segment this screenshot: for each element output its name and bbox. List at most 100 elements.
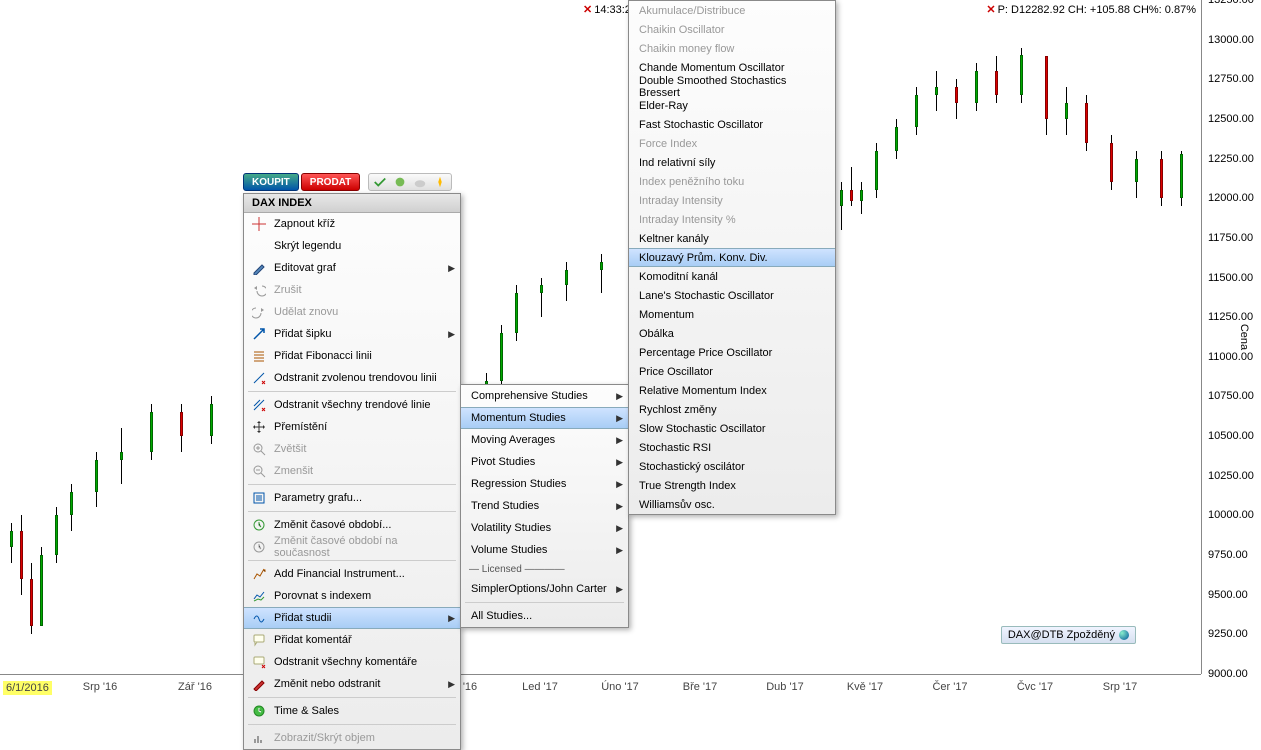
menu-item-label: Editovat graf: [274, 262, 336, 274]
menu-item-label: Přidat komentář: [274, 634, 352, 646]
tool-icon-2[interactable]: [393, 175, 407, 189]
study-item-fast-stochastic-oscillator[interactable]: Fast Stochastic Oscillator: [629, 115, 835, 134]
study-item-index-pen-n-ho-toku: Index peněžního toku: [629, 172, 835, 191]
candle: [895, 119, 898, 159]
y-tick-label: 9000.00: [1208, 668, 1248, 680]
y-tick-label: 12500.00: [1208, 113, 1254, 125]
study-item-ind-relativn-s-ly[interactable]: Ind relativní síly: [629, 153, 835, 172]
study-item-komoditn-kan-l[interactable]: Komoditní kanál: [629, 267, 835, 286]
menu-item-label: Momentum Studies: [471, 412, 566, 424]
menu-item-label: Keltner kanály: [639, 233, 709, 245]
menu-item-odstranit-zvolenou-trendovou-l[interactable]: Odstranit zvolenou trendovou linii: [244, 367, 460, 389]
menu-item-label: True Strength Index: [639, 480, 736, 492]
menu-item-label: Time & Sales: [274, 705, 339, 717]
tool-icon-4[interactable]: [433, 175, 447, 189]
study-item-relative-momentum-index[interactable]: Relative Momentum Index: [629, 381, 835, 400]
study-item-percentage-price-oscillator[interactable]: Percentage Price Oscillator: [629, 343, 835, 362]
menu-item-time-sales[interactable]: Time & Sales: [244, 700, 460, 722]
menu-item-label: Index peněžního toku: [639, 176, 744, 188]
candle: [20, 515, 23, 594]
candle: [975, 63, 978, 111]
trend-del-icon: [250, 370, 268, 386]
menu-item-label: Změnit časové období na současnost: [274, 535, 442, 559]
menu-item-zobrazit-skr-t-objem: Zobrazit/Skrýt objem: [244, 727, 460, 749]
study-item-klouzav-pr-m-konv-div-[interactable]: Klouzavý Prům. Konv. Div.: [629, 248, 835, 267]
study-item-ob-lka[interactable]: Obálka: [629, 324, 835, 343]
tool-icon-3[interactable]: [413, 175, 427, 189]
buy-button[interactable]: KOUPIT: [243, 173, 299, 191]
candle: [1135, 151, 1138, 199]
menu-item-label: Comprehensive Studies: [471, 390, 588, 402]
study-item-elder-ray[interactable]: Elder-Ray: [629, 96, 835, 115]
params-icon: [250, 490, 268, 506]
submenu-item-pivot-studies[interactable]: Pivot Studies▶: [461, 451, 628, 473]
study-item-chaikin-oscillator: Chaikin Oscillator: [629, 20, 835, 39]
menu-item-p-idat-fibonacci-linii[interactable]: Přidat Fibonacci linii: [244, 345, 460, 367]
study-item-stochastick-oscil-tor[interactable]: Stochastický oscilátor: [629, 457, 835, 476]
menu-item-label: Chaikin money flow: [639, 43, 734, 55]
status-badge[interactable]: DAX@DTB Zpožděný: [1001, 626, 1136, 644]
menu-item-editovat-graf[interactable]: Editovat graf▶: [244, 257, 460, 279]
candle: [1180, 151, 1183, 207]
menu-item-label: Přidat studii: [274, 612, 331, 624]
redo-icon: [250, 304, 268, 320]
submenu-item-simpleroptions-john-carter[interactable]: SimplerOptions/John Carter▶: [461, 578, 628, 600]
menu-item-label: Změnit časové období...: [274, 519, 391, 531]
candle: [30, 563, 33, 634]
menu-item-label: Odstranit všechny komentáře: [274, 656, 417, 668]
candle: [10, 523, 13, 563]
menu-item-parametry-grafu-[interactable]: Parametry grafu...: [244, 487, 460, 509]
study-item-double-smoothed-stochastics-br[interactable]: Double Smoothed Stochastics Bressert: [629, 77, 835, 96]
y-tick-label: 9250.00: [1208, 628, 1248, 640]
study-item-slow-stochastic-oscillator[interactable]: Slow Stochastic Oscillator: [629, 419, 835, 438]
menu-item-label: Fast Stochastic Oscillator: [639, 119, 763, 131]
menu-item-label: Momentum: [639, 309, 694, 321]
submenu-item-regression-studies[interactable]: Regression Studies▶: [461, 473, 628, 495]
study-item-lane-s-stochastic-oscillator[interactable]: Lane's Stochastic Oscillator: [629, 286, 835, 305]
study-item-momentum[interactable]: Momentum: [629, 305, 835, 324]
fib-icon: [250, 348, 268, 364]
menu-item-label: Moving Averages: [471, 434, 555, 446]
menu-item-porovnat-s-indexem[interactable]: Porovnat s indexem: [244, 585, 460, 607]
x-tick-label: Čer '17: [932, 681, 967, 693]
menu-item-odstranit-v-echny-trendov-lini[interactable]: Odstranit všechny trendové linie: [244, 394, 460, 416]
submenu-item-trend-studies[interactable]: Trend Studies▶: [461, 495, 628, 517]
submenu-item-comprehensive-studies[interactable]: Comprehensive Studies ▶: [461, 385, 628, 407]
y-tick-label: 10750.00: [1208, 390, 1254, 402]
menu-item-label: Zvětšit: [274, 443, 306, 455]
study-item-rychlost-zm-ny[interactable]: Rychlost změny: [629, 400, 835, 419]
submenu-item-momentum-studies[interactable]: Momentum Studies▶: [461, 407, 628, 429]
pencil-icon: [250, 260, 268, 276]
study-item-williams-v-osc-[interactable]: Williamsův osc.: [629, 495, 835, 514]
tool-icon-1[interactable]: [373, 175, 387, 189]
menu-item-skr-t-legendu[interactable]: Skrýt legendu: [244, 235, 460, 257]
study-item-price-oscillator[interactable]: Price Oscillator: [629, 362, 835, 381]
menu-item-add-financial-instrument-[interactable]: Add Financial Instrument...: [244, 563, 460, 585]
submenu-item-moving-averages[interactable]: Moving Averages▶: [461, 429, 628, 451]
menu-item-p-em-st-n-[interactable]: Přemístění: [244, 416, 460, 438]
chevron-right-icon: ▶: [616, 391, 623, 402]
candle: [40, 547, 43, 626]
menu-item-p-idat-koment-[interactable]: Přidat komentář: [244, 629, 460, 651]
study-item-stochastic-rsi[interactable]: Stochastic RSI: [629, 438, 835, 457]
sell-button[interactable]: PRODAT: [301, 173, 360, 191]
submenu-item-volume-studies[interactable]: Volume Studies▶: [461, 539, 628, 561]
candle: [1110, 135, 1113, 191]
menu-item-odstranit-v-echny-koment-e[interactable]: Odstranit všechny komentáře: [244, 651, 460, 673]
menu-item-label: Přemístění: [274, 421, 327, 433]
submenu-studies: Comprehensive Studies▶Momentum Studies▶M…: [460, 384, 629, 628]
submenu-item-all-studies-[interactable]: All Studies...: [461, 605, 628, 627]
menu-item-label: Odstranit zvolenou trendovou linii: [274, 372, 437, 384]
menu-item-zm-nit-asov-obdob-[interactable]: Změnit časové období...: [244, 514, 460, 536]
menu-item-zm-nit-nebo-odstranit[interactable]: Změnit nebo odstranit▶: [244, 673, 460, 695]
candle: [70, 484, 73, 532]
menu-item-p-idat-studii[interactable]: Přidat studii▶: [244, 607, 460, 629]
study-icon: [250, 610, 268, 626]
menu-item-zapnout-k-[interactable]: Zapnout kříž: [244, 213, 460, 235]
study-item-true-strength-index[interactable]: True Strength Index: [629, 476, 835, 495]
submenu-item-volatility-studies[interactable]: Volatility Studies▶: [461, 517, 628, 539]
menu-item-label: Lane's Stochastic Oscillator: [639, 290, 774, 302]
study-item-keltner-kan-ly[interactable]: Keltner kanály: [629, 229, 835, 248]
x-tick-label: Srp '16: [83, 681, 118, 693]
menu-item-p-idat-ipku[interactable]: Přidat šipku▶: [244, 323, 460, 345]
